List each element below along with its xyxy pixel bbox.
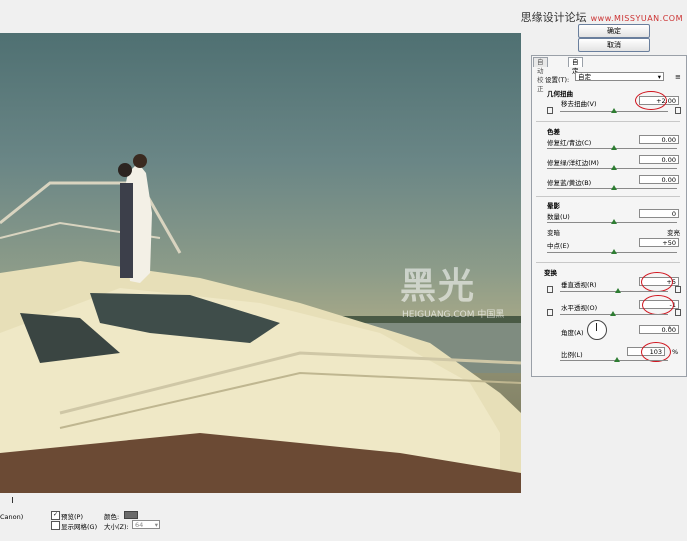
grid-color-swatch[interactable] xyxy=(124,511,138,519)
grid-size-label: 大小(Z): xyxy=(104,523,129,531)
show-grid-checkbox[interactable] xyxy=(51,521,60,530)
chevron-down-icon: ▾ xyxy=(154,521,158,529)
horizontal-perspective-icon xyxy=(547,309,553,316)
tab-custom[interactable]: 自定 xyxy=(568,57,583,75)
settings-label: 设置(T): xyxy=(545,76,570,84)
photo-watermark-logo: 黑光 xyxy=(400,266,477,307)
transform-heading: 变换 xyxy=(544,269,557,277)
grid-color-label: 颜色: xyxy=(104,513,120,521)
vertical-perspective-icon xyxy=(547,286,553,293)
lighten-label: 变亮 xyxy=(667,229,680,237)
settings-select-value: 自定 xyxy=(578,73,591,81)
vignette-heading: 晕影 xyxy=(547,202,560,210)
pincushion-icon xyxy=(547,107,553,114)
green-magenta-slider-thumb[interactable] xyxy=(611,165,617,170)
barrel-icon xyxy=(675,107,681,114)
highlight-ring xyxy=(635,91,667,110)
red-cyan-slider-thumb[interactable] xyxy=(611,145,617,150)
divider xyxy=(536,196,680,197)
grid-size-value: 64 xyxy=(135,521,144,529)
angle-unit: ° xyxy=(668,325,672,333)
vertical-perspective-slider-thumb[interactable] xyxy=(615,288,621,293)
distortion-label: 移去扭曲(V) xyxy=(561,100,597,108)
horizontal-perspective-label: 水平透视(O) xyxy=(561,304,598,312)
green-magenta-field[interactable]: 0.00 xyxy=(639,155,679,164)
photo-watermark-text: HEIGUANG.COM 中国黑 xyxy=(402,310,505,320)
highlight-ring xyxy=(641,342,671,362)
midpoint-label: 中点(E) xyxy=(547,242,570,250)
scale-unit: % xyxy=(672,348,679,356)
blue-yellow-slider-thumb[interactable] xyxy=(611,185,617,190)
grid-size-select[interactable]: 64 ▾ xyxy=(132,520,160,529)
vignette-amount-label: 数量(U) xyxy=(547,213,570,221)
horizontal-perspective-icon-right xyxy=(675,309,681,316)
divider xyxy=(536,262,680,263)
midpoint-field[interactable]: +50 xyxy=(639,238,679,247)
scale-slider-thumb[interactable] xyxy=(614,357,620,362)
camera-info: Canon) xyxy=(0,513,24,521)
angle-label: 角度(A) xyxy=(561,329,584,337)
distortion-slider-thumb[interactable] xyxy=(611,108,617,113)
site-watermark-cn: 思缘设计论坛 xyxy=(520,11,587,24)
geometric-heading: 几何扭曲 xyxy=(547,90,573,98)
site-watermark-url: www.MISSYUAN.COM xyxy=(590,14,683,23)
highlight-ring xyxy=(642,295,674,315)
cancel-button[interactable]: 取消 xyxy=(578,38,650,52)
horizontal-perspective-slider-thumb[interactable] xyxy=(610,311,616,316)
vertical-perspective-label: 垂直透视(R) xyxy=(561,281,597,289)
site-watermark: 思缘设计论坛 www.MISSYUAN.COM xyxy=(521,9,683,25)
highlight-ring xyxy=(641,272,673,292)
vignette-amount-slider-thumb[interactable] xyxy=(611,219,617,224)
divider xyxy=(536,121,680,122)
settings-select[interactable]: 自定 ▾ xyxy=(575,72,664,81)
vertical-perspective-slider[interactable] xyxy=(560,291,668,292)
chevron-down-icon: ▾ xyxy=(657,73,661,81)
vignette-amount-field[interactable]: 0 xyxy=(639,209,679,218)
angle-field[interactable]: 0.00 xyxy=(639,325,679,334)
green-magenta-label: 修复绿/洋红边(M) xyxy=(547,159,599,167)
zoom-slider-mark[interactable] xyxy=(12,497,13,503)
blue-yellow-label: 修复蓝/黄边(B) xyxy=(547,179,592,187)
angle-dial[interactable] xyxy=(587,320,607,340)
blue-yellow-field[interactable]: 0.00 xyxy=(639,175,679,184)
menu-icon[interactable]: ≡ xyxy=(675,73,681,81)
red-cyan-label: 修复红/青边(C) xyxy=(547,139,592,147)
tab-auto-correction[interactable]: 自动校正 xyxy=(533,57,548,93)
vertical-perspective-icon-right xyxy=(675,286,681,293)
preview-checkbox[interactable]: ✓ xyxy=(51,511,60,520)
red-cyan-field[interactable]: 0.00 xyxy=(639,135,679,144)
image-preview[interactable]: 黑光 HEIGUANG.COM 中国黑 xyxy=(0,33,521,493)
chromatic-heading: 色差 xyxy=(547,128,560,136)
preview-label: 预览(P) xyxy=(61,513,83,521)
darken-label: 变暗 xyxy=(547,229,560,237)
show-grid-label: 显示网格(G) xyxy=(61,523,98,531)
midpoint-slider-thumb[interactable] xyxy=(611,249,617,254)
ok-button[interactable]: 确定 xyxy=(578,24,650,38)
scale-label: 比例(L) xyxy=(561,351,583,359)
